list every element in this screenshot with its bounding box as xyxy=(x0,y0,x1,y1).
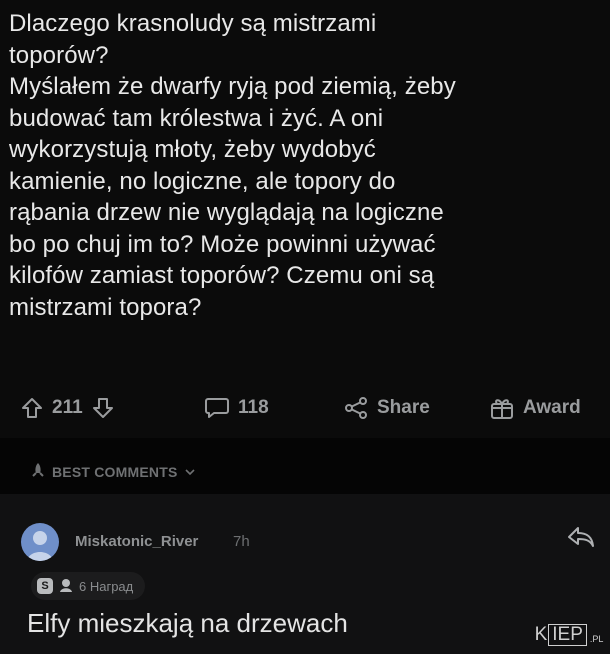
comment-text: Elfy mieszkają na drzewach xyxy=(27,608,348,638)
comment-icon xyxy=(204,396,230,420)
post-action-bar: 211 118 Share Award xyxy=(0,386,610,438)
sort-label: BEST COMMENTS xyxy=(52,463,178,480)
post-body: Dlaczego krasnoludy są mistrzami toporów… xyxy=(0,0,610,386)
comment-count: 118 xyxy=(238,397,269,418)
comments-button[interactable]: 118 xyxy=(204,396,269,420)
downvote-icon[interactable] xyxy=(91,396,115,420)
comment-time: 7h xyxy=(233,533,250,550)
watermark-box: IEP xyxy=(548,623,587,646)
share-label: Share xyxy=(377,397,430,418)
chevron-down-icon xyxy=(184,464,196,480)
share-button[interactable]: Share xyxy=(343,396,430,420)
avatar[interactable] xyxy=(21,523,59,561)
rocket-icon xyxy=(30,462,46,481)
watermark-left: K xyxy=(534,623,548,645)
awards-count: 6 Наград xyxy=(79,578,134,594)
sort-dropdown[interactable]: BEST COMMENTS xyxy=(30,462,196,481)
share-icon xyxy=(343,396,369,420)
award-icon xyxy=(489,396,515,420)
upvote-icon[interactable] xyxy=(20,396,44,420)
watermark-suffix: .PL xyxy=(589,634,604,644)
comment-username[interactable]: Miskatonic_River xyxy=(75,533,198,550)
award-label: Award xyxy=(523,397,581,418)
kiep-watermark: K IEP .PL xyxy=(534,621,604,648)
post-text: Dlaczego krasnoludy są mistrzami toporów… xyxy=(9,10,456,321)
award-button[interactable]: Award xyxy=(489,396,581,420)
silver-award-icon: S xyxy=(37,578,53,594)
comment-awards[interactable]: S 6 Наград xyxy=(31,572,146,600)
helpful-award-icon xyxy=(58,577,74,596)
vote-group: 211 xyxy=(20,396,115,420)
reply-share-icon[interactable] xyxy=(566,524,596,555)
vote-count: 211 xyxy=(52,397,83,418)
